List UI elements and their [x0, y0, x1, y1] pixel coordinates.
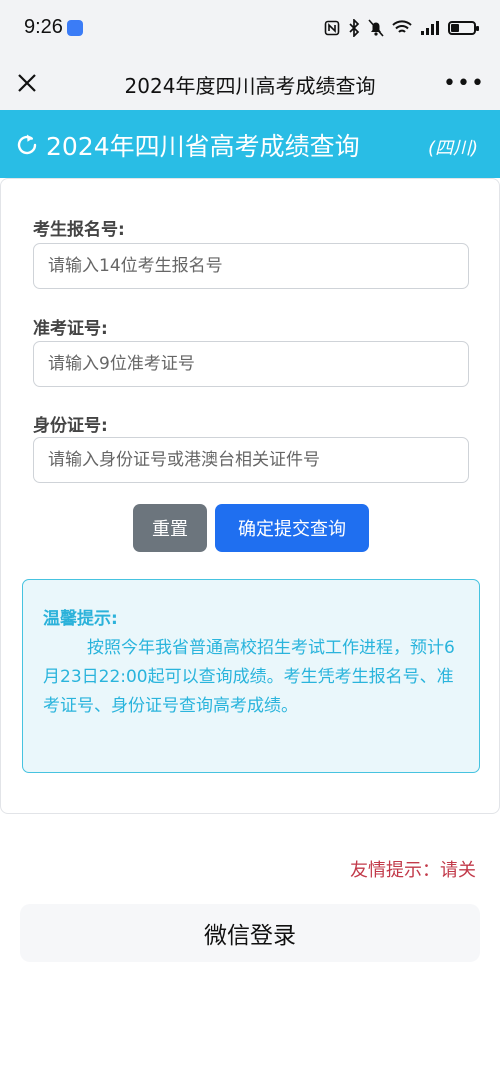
battery-level: [451, 24, 459, 32]
close-icon: [18, 74, 36, 92]
mute-icon: [368, 19, 384, 37]
page-title: 2024年度四川高考成绩查询: [124, 74, 376, 98]
ticker: 友情提示：请关: [0, 852, 500, 884]
registration-number-input[interactable]: [33, 243, 469, 289]
field-label-registration: 考生报名号:: [33, 220, 125, 240]
wechat-login-button[interactable]: 微信登录: [20, 904, 480, 962]
query-form-card: 考生报名号: 准考证号: 身份证号: 重置 确定提交查询 温馨提示: 按照今年我…: [0, 178, 500, 814]
header-title: 2024年四川省高考成绩查询: [46, 132, 360, 161]
notice-box: 温馨提示: 按照今年我省普通高校招生考试工作进程，预计6月23日22:00起可以…: [22, 579, 480, 773]
refresh-icon[interactable]: [14, 132, 40, 158]
status-time: 9:26: [24, 16, 63, 38]
header-band: 2024年四川省高考成绩查询 (四川): [0, 110, 500, 178]
more-icon: •••: [443, 70, 485, 96]
close-button[interactable]: [10, 66, 44, 100]
bluetooth-icon: [349, 19, 360, 37]
ticker-text: 友情提示：请关: [350, 860, 476, 881]
notice-title: 温馨提示:: [43, 609, 118, 629]
id-number-input[interactable]: [33, 437, 469, 483]
admission-ticket-input[interactable]: [33, 341, 469, 387]
status-bar: 9:26: [0, 0, 500, 58]
wifi-icon: [392, 20, 412, 33]
more-button[interactable]: •••: [443, 66, 485, 100]
submit-query-button[interactable]: 确定提交查询: [215, 504, 369, 552]
nfc-icon: [324, 20, 340, 36]
header-region: (四川): [427, 138, 478, 159]
signal-icon: [421, 21, 439, 35]
reset-button[interactable]: 重置: [133, 504, 207, 552]
battery-icon: [448, 21, 479, 35]
title-bar: 2024年度四川高考成绩查询 •••: [0, 58, 500, 110]
field-label-id: 身份证号:: [33, 416, 108, 436]
notice-body: 按照今年我省普通高校招生考试工作进程，预计6月23日22:00起可以查询成绩。考…: [43, 638, 455, 716]
voice-app-icon: [67, 20, 83, 36]
status-icons: [324, 17, 479, 39]
field-label-admission: 准考证号:: [33, 319, 108, 339]
